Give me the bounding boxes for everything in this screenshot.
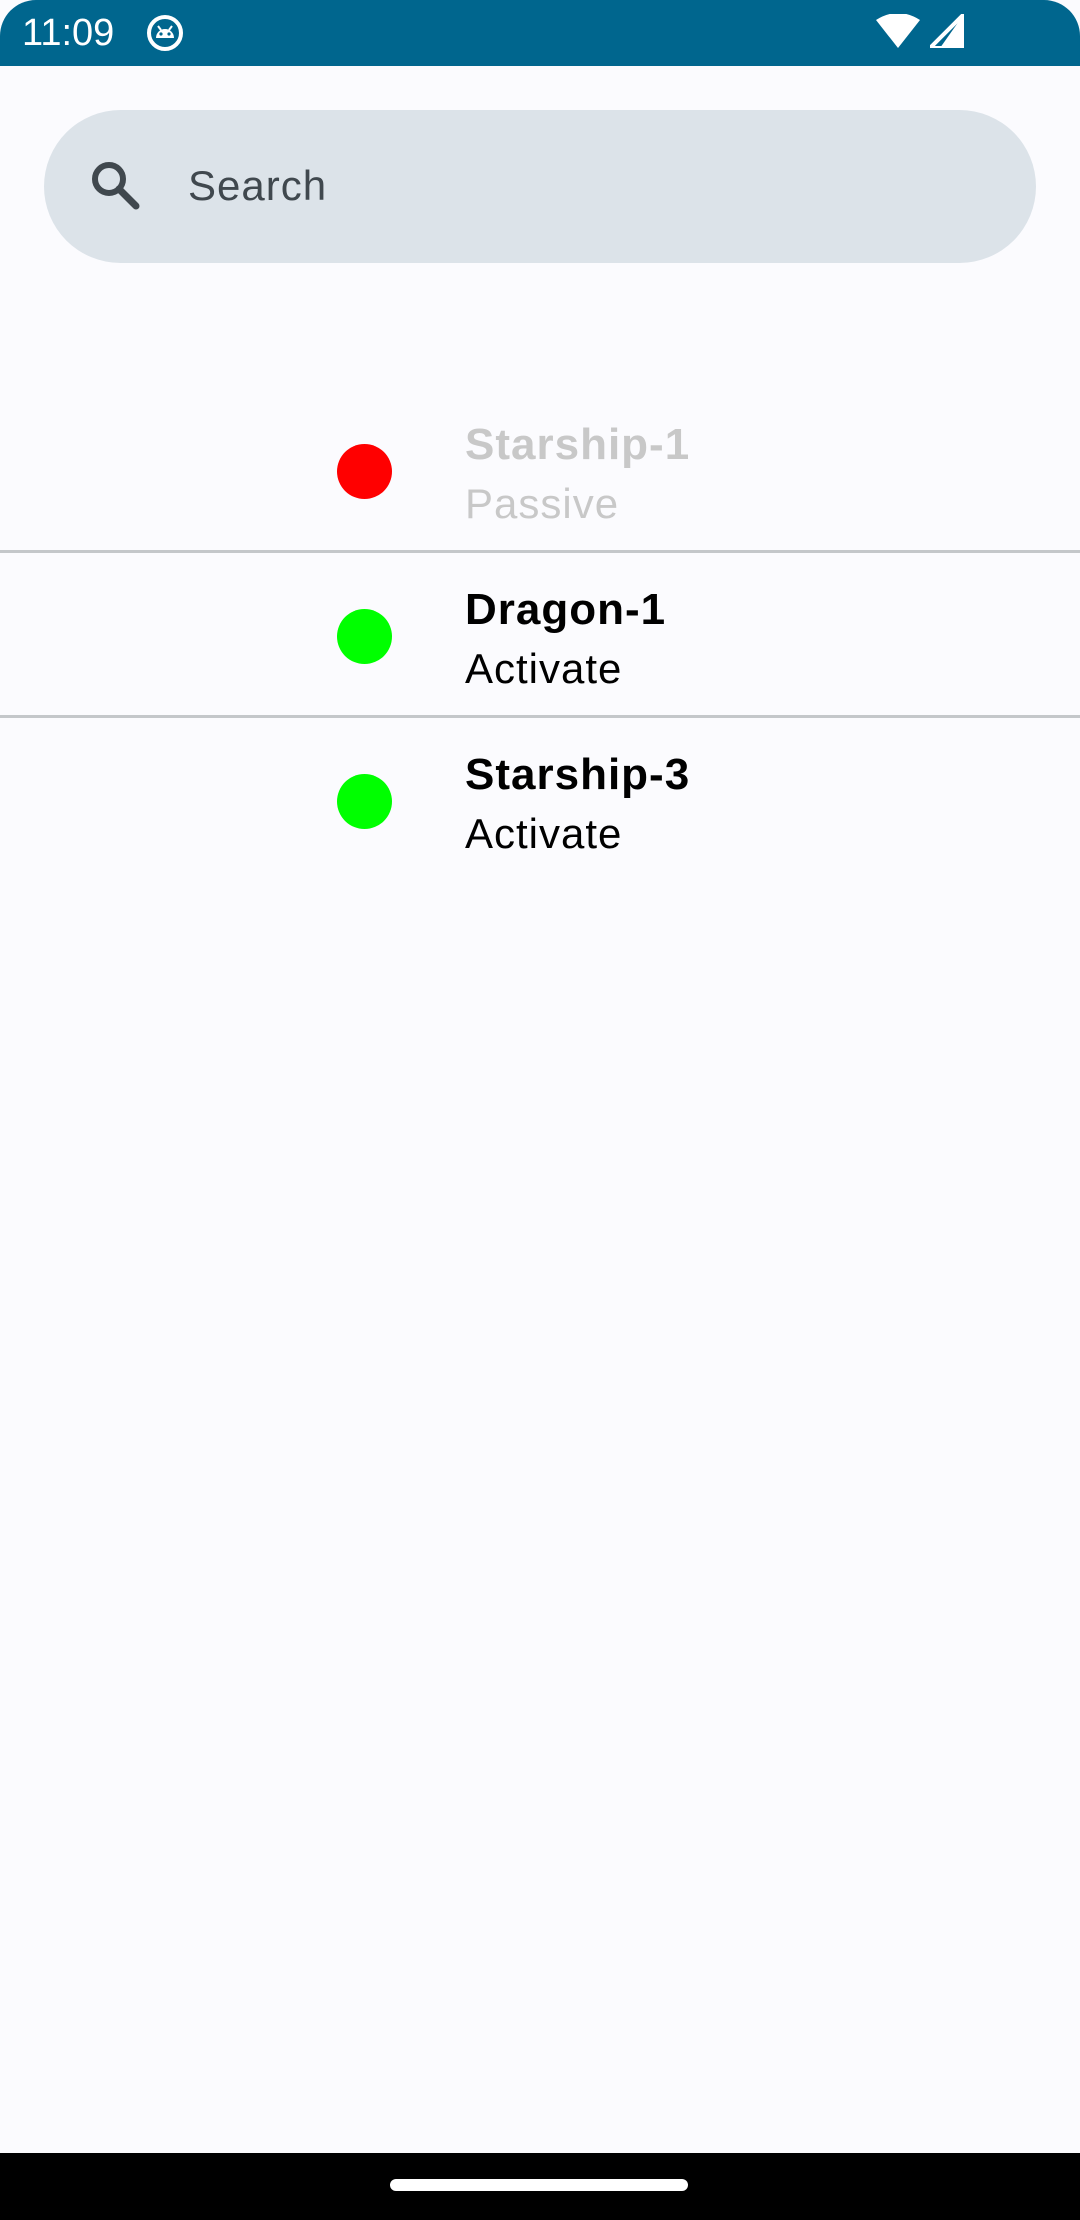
list-item[interactable]: Starship-1 Passive xyxy=(0,388,1080,553)
phone-screen: 11:09 Search Starship-1 Passive Dragon-1… xyxy=(0,0,1080,2220)
item-state: Activate xyxy=(465,810,623,857)
item-name: Starship-3 xyxy=(465,750,691,799)
status-indicator-green xyxy=(337,774,392,829)
status-indicator-green xyxy=(337,609,392,664)
item-name: Starship-1 xyxy=(465,420,691,469)
status-bar: 11:09 xyxy=(0,0,1080,66)
wifi-icon xyxy=(876,14,920,48)
search-icon xyxy=(84,154,150,220)
item-state: Passive xyxy=(465,480,620,527)
cell-signal-icon xyxy=(930,14,964,48)
navigation-bar xyxy=(0,2153,1080,2220)
spacecraft-list: Starship-1 Passive Dragon-1 Activate Sta… xyxy=(0,388,1080,883)
android-robot-icon xyxy=(146,14,184,52)
list-item[interactable]: Starship-3 Activate xyxy=(0,718,1080,883)
list-item[interactable]: Dragon-1 Activate xyxy=(0,553,1080,718)
search-bar[interactable]: Search xyxy=(44,110,1036,263)
status-time: 11:09 xyxy=(22,12,115,54)
item-name: Dragon-1 xyxy=(465,585,667,634)
home-gesture-handle[interactable] xyxy=(390,2179,688,2191)
search-input[interactable]: Search xyxy=(188,160,327,212)
status-indicator-red xyxy=(337,444,392,499)
item-state: Activate xyxy=(465,645,623,692)
